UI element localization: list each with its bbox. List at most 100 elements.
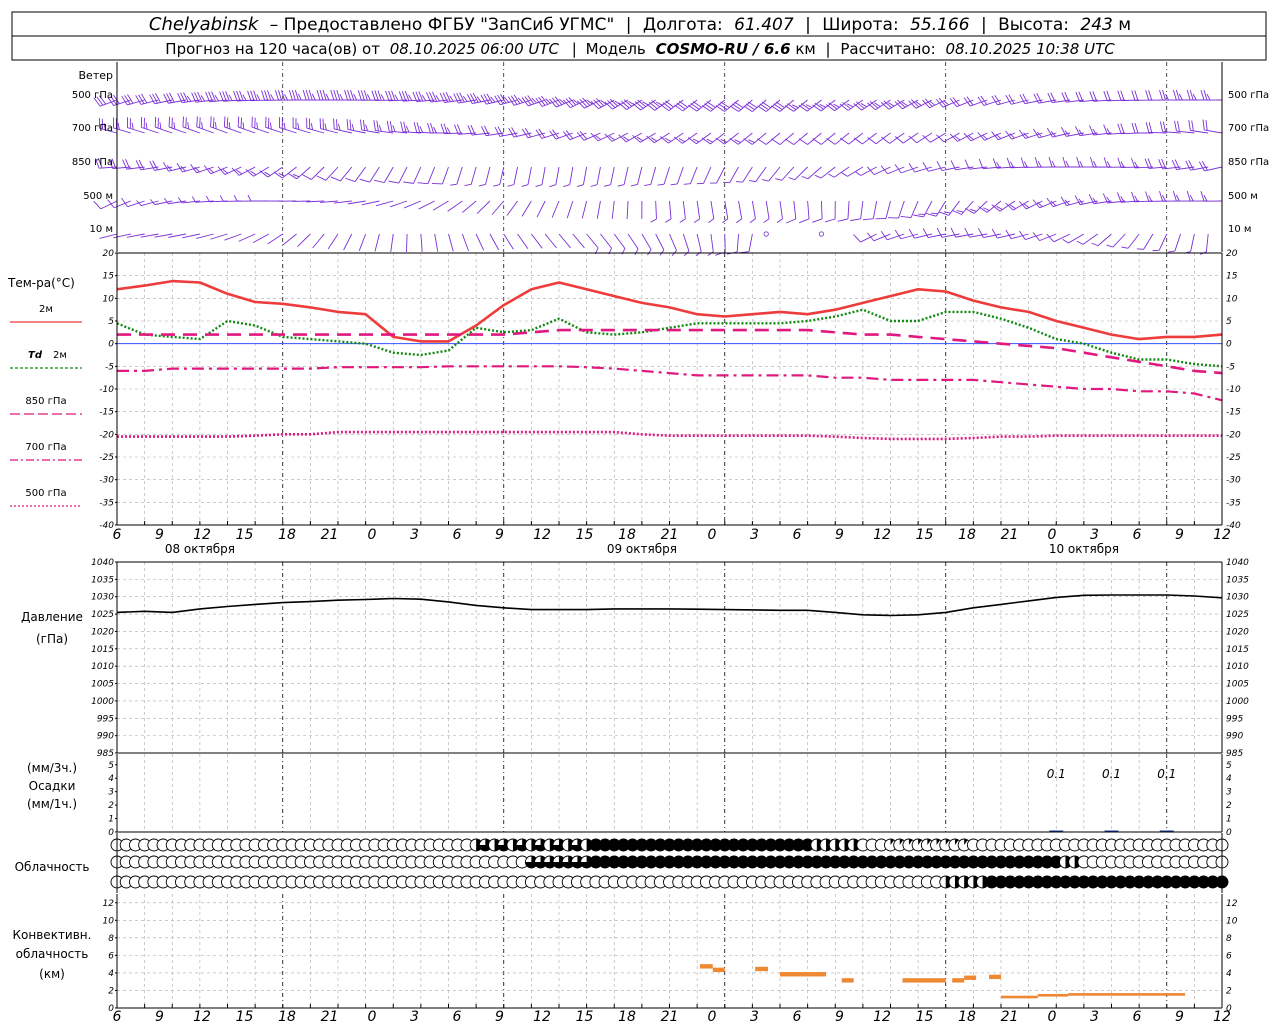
- calc-label: Рассчитано:: [840, 40, 935, 58]
- precip-ytick-right: 4: [1226, 774, 1232, 784]
- wind-barb-feather: [431, 182, 443, 185]
- wind-barb-feather: [866, 166, 875, 175]
- wind-barb-feather: [1131, 191, 1136, 202]
- wind-barb-feather: [549, 130, 557, 140]
- wind-barb-feather: [799, 218, 810, 224]
- wind-barb-feather: [322, 89, 327, 101]
- wind-barb-feather: [552, 129, 560, 139]
- wind-barb-feather: [403, 181, 414, 184]
- wind-barb-feather: [650, 218, 657, 223]
- wind-barb-feather: [1023, 161, 1028, 168]
- wind-barb-staff: [470, 166, 477, 185]
- wind-barb-feather: [763, 218, 770, 224]
- pressure-ytick-right: 1000: [1226, 697, 1249, 707]
- wind-barb-feather: [775, 101, 785, 109]
- precip-ytick-left: 2: [108, 801, 114, 811]
- wind-barb-feather: [1203, 89, 1208, 101]
- wind-barb-feather: [430, 122, 434, 134]
- wind-barb-feather: [678, 100, 688, 108]
- wind-barb-feather: [359, 178, 370, 183]
- hour-label-temp: 9: [495, 527, 504, 543]
- wind-barb-feather: [297, 122, 300, 130]
- wind-barb-feather: [215, 122, 217, 129]
- wind-barb-feather: [1205, 120, 1208, 131]
- wind-barb-staff: [768, 166, 781, 182]
- wind-barb-feather: [1145, 90, 1150, 101]
- hour-label-bottom: 18: [278, 1009, 296, 1024]
- wind-barb-feather: [828, 173, 835, 178]
- wind-barb-feather: [814, 174, 822, 179]
- hour-label-bottom: 15: [236, 1009, 254, 1024]
- hour-label-temp: 6: [453, 527, 462, 543]
- wind-barb-staff: [536, 200, 546, 218]
- wind-barb-feather: [1120, 123, 1125, 134]
- wind-barb-feather: [683, 183, 691, 185]
- precip-value-label: 0.1: [1157, 767, 1176, 781]
- wind-barb-feather: [991, 228, 998, 239]
- wind-barb-feather: [267, 90, 272, 101]
- wind-barb-staff: [224, 233, 242, 241]
- wind-barb-feather: [632, 103, 642, 111]
- wind-barb-feather: [1162, 89, 1166, 101]
- wind-barb-feather: [992, 158, 998, 169]
- wind-barb-feather: [814, 102, 824, 110]
- wind-level-left: 700 гПа: [72, 123, 113, 134]
- wind-barb-feather: [784, 138, 795, 145]
- wind-barb-staff: [252, 233, 270, 243]
- wind-barb-feather: [1131, 122, 1136, 134]
- precip-ytick-right: 5: [1226, 761, 1232, 771]
- wind-barb-feather: [646, 103, 656, 111]
- temp-ytick-right: -20: [1226, 430, 1241, 440]
- wind-barb-feather: [969, 208, 977, 212]
- wind-barb-staff: [650, 166, 657, 185]
- pressure-ytick-right: 990: [1226, 732, 1243, 742]
- pressure-title: Давление: [21, 610, 83, 624]
- precip-unit-1h: (мм/1ч.): [27, 797, 77, 811]
- wind-barb-feather: [385, 90, 390, 102]
- wind-barb-feather: [688, 104, 698, 112]
- wind-barb-staff: [1127, 233, 1140, 249]
- temp-ytick-left: -25: [99, 453, 114, 463]
- wind-barb-feather: [1148, 122, 1153, 133]
- wind-barb-feather: [417, 182, 428, 185]
- wind-barb-feather: [665, 100, 674, 108]
- wind-barb-staff: [572, 233, 585, 249]
- conv-ytick-left: 2: [108, 986, 114, 996]
- wind-barb-feather: [310, 123, 314, 130]
- wind-barb-feather: [336, 119, 338, 130]
- wind-barb-staff: [669, 200, 672, 219]
- wind-level-left: 500 м: [83, 191, 113, 202]
- hour-label-temp: 6: [113, 527, 122, 543]
- hour-label-temp: 0: [368, 527, 377, 543]
- wind-barb-feather: [866, 232, 875, 242]
- wind-barb-feather: [1131, 157, 1136, 169]
- wind-barb-staff: [442, 166, 449, 185]
- wind-barb-staff: [461, 233, 469, 252]
- precip-ytick-left: 4: [108, 774, 114, 784]
- wind-barb-feather: [365, 124, 369, 132]
- wind-barb-feather: [1200, 191, 1205, 202]
- wind-barb-staff: [448, 233, 454, 252]
- hour-label-bottom: 15: [576, 1009, 594, 1024]
- wind-barb-staff: [475, 233, 485, 251]
- wind-barb-feather: [1136, 248, 1144, 250]
- wind-barb-feather: [1062, 239, 1069, 244]
- wind-calm-circle: [818, 231, 825, 237]
- pressure-ytick-right: 1040: [1226, 558, 1249, 568]
- forecast-prefix: Прогноз на 120 часа(ов) от: [165, 40, 380, 58]
- temp-ytick-right: -35: [1226, 498, 1241, 508]
- wind-barb-feather: [247, 90, 252, 101]
- wind-barb-feather: [943, 211, 951, 214]
- wind-barb-feather: [93, 200, 102, 210]
- wind-barb-staff: [456, 166, 463, 185]
- conv-ytick-right: 6: [1226, 951, 1232, 961]
- wind-barb-staff: [566, 200, 574, 219]
- wind-barb-feather: [398, 91, 404, 102]
- wind-barb-feather: [247, 194, 252, 202]
- wind-barb-feather: [121, 95, 128, 106]
- pressure-ytick-left: 1030: [91, 593, 114, 603]
- wind-barb-feather: [391, 90, 396, 101]
- pressure-ytick-left: 1015: [91, 645, 114, 655]
- wind-barb-staff: [655, 200, 657, 220]
- wind-barb-feather: [1192, 93, 1197, 101]
